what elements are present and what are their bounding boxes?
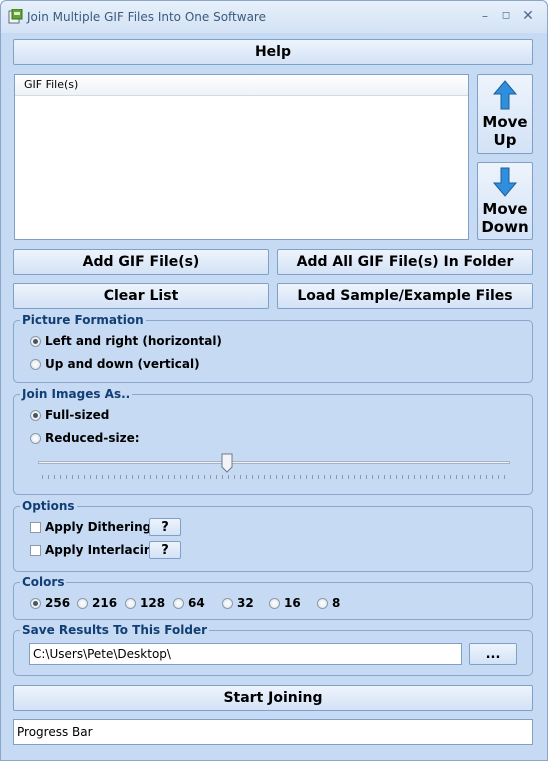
color-label: 64 [188,596,205,610]
join-images-legend: Join Images As.. [20,387,133,401]
radio-indicator[interactable] [30,432,41,444]
size-slider-thumb[interactable] [221,453,233,473]
maximize-icon[interactable]: ◻ [498,8,514,24]
color-label: 256 [45,596,71,610]
title-bar: Join Multiple GIF Files Into One Softwar… [1,1,547,33]
radio-indicator[interactable] [30,358,41,370]
load-sample-button[interactable]: Load Sample/Example Files [277,283,533,309]
radio-indicator[interactable] [30,335,41,347]
radio-indicator[interactable] [30,409,41,421]
color-option-64[interactable]: 64 [173,596,205,610]
options-group: Options [13,499,533,572]
radio-vertical[interactable]: Up and down (vertical) [30,357,200,371]
checkbox-indicator[interactable] [30,521,41,533]
radio-horizontal[interactable]: Left and right (horizontal) [30,334,222,348]
save-folder-legend: Save Results To This Folder [20,623,210,637]
interlacing-checkbox[interactable]: Apply Interlacing [30,543,161,557]
move-up-label-1: Move [482,113,528,131]
gif-file-list[interactable]: GIF File(s) [14,74,469,240]
move-up-button[interactable]: Move Up [477,74,533,154]
color-option-8[interactable]: 8 [317,596,340,610]
color-label: 216 [92,596,118,610]
move-down-button[interactable]: Move Down [477,162,533,240]
app-icon [8,9,23,24]
radio-indicator[interactable] [317,597,328,609]
dithering-checkbox[interactable]: Apply Dithering [30,520,151,534]
radio-indicator[interactable] [269,597,280,609]
radio-indicator[interactable] [222,597,233,609]
help-button[interactable]: Help [13,39,533,65]
interlacing-help-button[interactable]: ? [149,541,181,559]
radio-indicator[interactable] [77,597,88,609]
radio-indicator[interactable] [173,597,184,609]
move-down-label-2: Down [481,218,529,236]
size-slider-track[interactable] [38,461,510,464]
arrow-up-icon [492,80,518,110]
radio-full-sized[interactable]: Full-sized [30,408,109,422]
radio-horizontal-label: Left and right (horizontal) [45,334,222,348]
radio-reduced-size-label: Reduced-size: [45,431,140,445]
picture-formation-group: Picture Formation [13,313,533,383]
output-folder-field[interactable]: C:\Users\Pete\Desktop\ [29,643,462,665]
browse-folder-button[interactable]: ... [469,643,517,665]
window-title: Join Multiple GIF Files Into One Softwar… [27,10,266,24]
color-label: 8 [332,596,341,610]
slider-ticks [42,475,506,479]
color-option-32[interactable]: 32 [222,596,254,610]
arrow-down-icon [492,167,518,197]
options-legend: Options [20,499,77,513]
radio-reduced-size[interactable]: Reduced-size: [30,431,140,445]
close-icon[interactable]: ✕ [520,8,536,24]
add-folder-button[interactable]: Add All GIF File(s) In Folder [277,249,533,275]
radio-vertical-label: Up and down (vertical) [45,357,200,371]
start-joining-button[interactable]: Start Joining [13,685,533,711]
radio-indicator[interactable] [30,597,41,609]
minimize-icon[interactable]: – [477,8,493,24]
list-column-header[interactable]: GIF File(s) [15,75,468,96]
interlacing-label: Apply Interlacing [45,543,161,557]
picture-formation-legend: Picture Formation [20,313,146,327]
color-option-256[interactable]: 256 [30,596,70,610]
add-gif-files-button[interactable]: Add GIF File(s) [13,249,269,275]
color-option-16[interactable]: 16 [269,596,301,610]
dithering-help-button[interactable]: ? [149,518,181,536]
app-window: Join Multiple GIF Files Into One Softwar… [0,0,548,761]
colors-legend: Colors [20,575,67,589]
color-option-128[interactable]: 128 [125,596,165,610]
color-label: 32 [237,596,254,610]
move-up-label-2: Up [493,131,517,149]
checkbox-indicator[interactable] [30,544,41,556]
radio-full-sized-label: Full-sized [45,408,110,422]
clear-list-button[interactable]: Clear List [13,283,269,309]
move-down-label-1: Move [482,200,528,218]
color-label: 16 [284,596,301,610]
progress-bar: Progress Bar [13,719,533,745]
dithering-label: Apply Dithering [45,520,152,534]
color-label: 128 [140,596,166,610]
radio-indicator[interactable] [125,597,136,609]
color-option-216[interactable]: 216 [77,596,117,610]
